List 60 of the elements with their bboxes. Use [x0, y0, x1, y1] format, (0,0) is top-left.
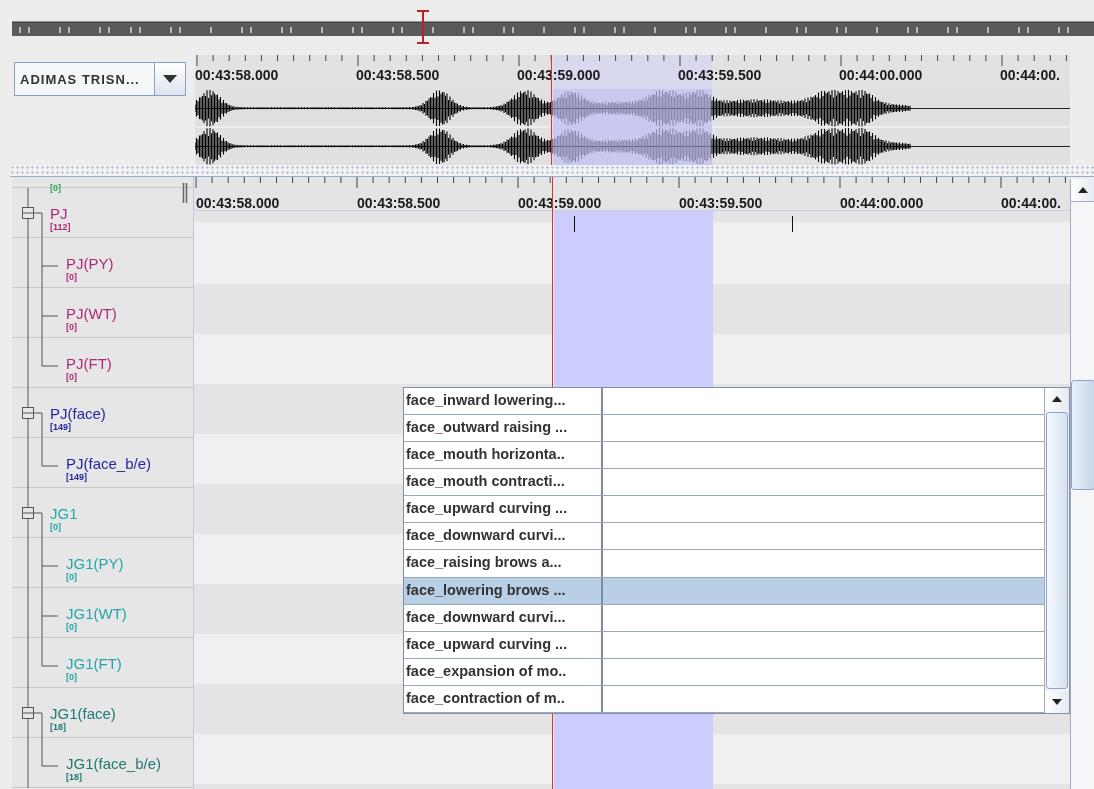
- expander-icon[interactable]: [22, 507, 34, 519]
- time-label: 00:43:59.500: [678, 67, 763, 83]
- scroll-thumb[interactable]: [1071, 380, 1094, 490]
- scroll-down-icon[interactable]: [1051, 698, 1063, 706]
- list-option[interactable]: face_mouth horizonta..: [404, 442, 1044, 470]
- expander-icon[interactable]: [22, 707, 34, 719]
- annotation-count: [0]: [50, 522, 62, 532]
- list-option[interactable]: face_expansion of mo..: [404, 658, 1044, 686]
- time-label: 00:43:58.500: [356, 67, 441, 83]
- cursor-marker-icon: [415, 10, 431, 44]
- list-option[interactable]: face_upward curving ...: [404, 631, 1044, 659]
- time-label: 00:44:00.000: [840, 195, 925, 211]
- scroll-up-icon[interactable]: [1077, 186, 1089, 194]
- scroll-up-icon[interactable]: [1051, 395, 1063, 403]
- vertical-scrollbar[interactable]: [1070, 179, 1094, 789]
- annotation-count: [18]: [50, 722, 66, 732]
- resize-handle[interactable]: [182, 183, 188, 203]
- tree-line: [27, 288, 59, 338]
- time-label: 00:43:58.500: [357, 195, 442, 211]
- time-label: 00:43:58.000: [195, 67, 280, 83]
- tier-name[interactable]: JG1(face): [50, 705, 116, 722]
- scroll-thumb[interactable]: [1046, 412, 1068, 689]
- list-option[interactable]: face_outward raising ...: [404, 415, 1044, 443]
- tier-name[interactable]: PJ(FT): [66, 355, 112, 372]
- annotation-count: [0]: [66, 322, 77, 332]
- list-option[interactable]: face_inward lowering...: [404, 388, 1044, 416]
- tier-name[interactable]: PJ(WT): [66, 305, 117, 322]
- annotation-count: [18]: [66, 772, 82, 782]
- tree-line: [27, 588, 59, 638]
- annotation-count: [0]: [66, 272, 77, 282]
- annotation-count: [149]: [50, 422, 71, 432]
- annotation-count: [0]: [66, 572, 77, 582]
- list-option[interactable]: face_raising brows a...: [404, 550, 1044, 578]
- tier-name[interactable]: JG1(face_b/e): [66, 755, 162, 772]
- time-label: 00:44:00.: [1000, 67, 1061, 83]
- dropdown-caret-icon: [162, 74, 178, 84]
- list-option[interactable]: face_upward curving ...: [404, 496, 1044, 524]
- annotation-count: [0]: [66, 672, 77, 682]
- list-option[interactable]: face_downward curvi...: [404, 604, 1044, 632]
- annotation-count: [0]: [66, 622, 77, 632]
- annotation-count: [149]: [66, 472, 87, 482]
- time-label: 00:43:59.500: [679, 195, 764, 211]
- tier-name[interactable]: PJ(PY): [66, 255, 114, 272]
- tier-name[interactable]: PJ(face_b/e): [66, 455, 152, 472]
- list-option[interactable]: face_mouth contracti...: [404, 469, 1044, 497]
- tier-name[interactable]: PJ: [50, 205, 71, 222]
- list-option[interactable]: face_contraction of m..: [404, 685, 1044, 713]
- annotation-count: [112]: [50, 222, 71, 232]
- list-option[interactable]: face_lowering brows ...: [404, 577, 1044, 605]
- expander-icon[interactable]: [22, 207, 34, 219]
- time-label: 00:43:58.000: [196, 195, 281, 211]
- time-label: 00:44:00.000: [839, 67, 924, 83]
- list-option[interactable]: face_downward curvi...: [404, 523, 1044, 551]
- time-label: 00:44:00.: [1001, 195, 1062, 211]
- list-scrollbar[interactable]: [1044, 388, 1069, 713]
- speaker-select[interactable]: ADIMAS TRISN...: [14, 62, 186, 96]
- annotation-count: [0]: [50, 183, 61, 193]
- annotation-count: [0]: [66, 372, 77, 382]
- tier-name[interactable]: PJ(face): [50, 405, 106, 422]
- expander-icon[interactable]: [22, 407, 34, 419]
